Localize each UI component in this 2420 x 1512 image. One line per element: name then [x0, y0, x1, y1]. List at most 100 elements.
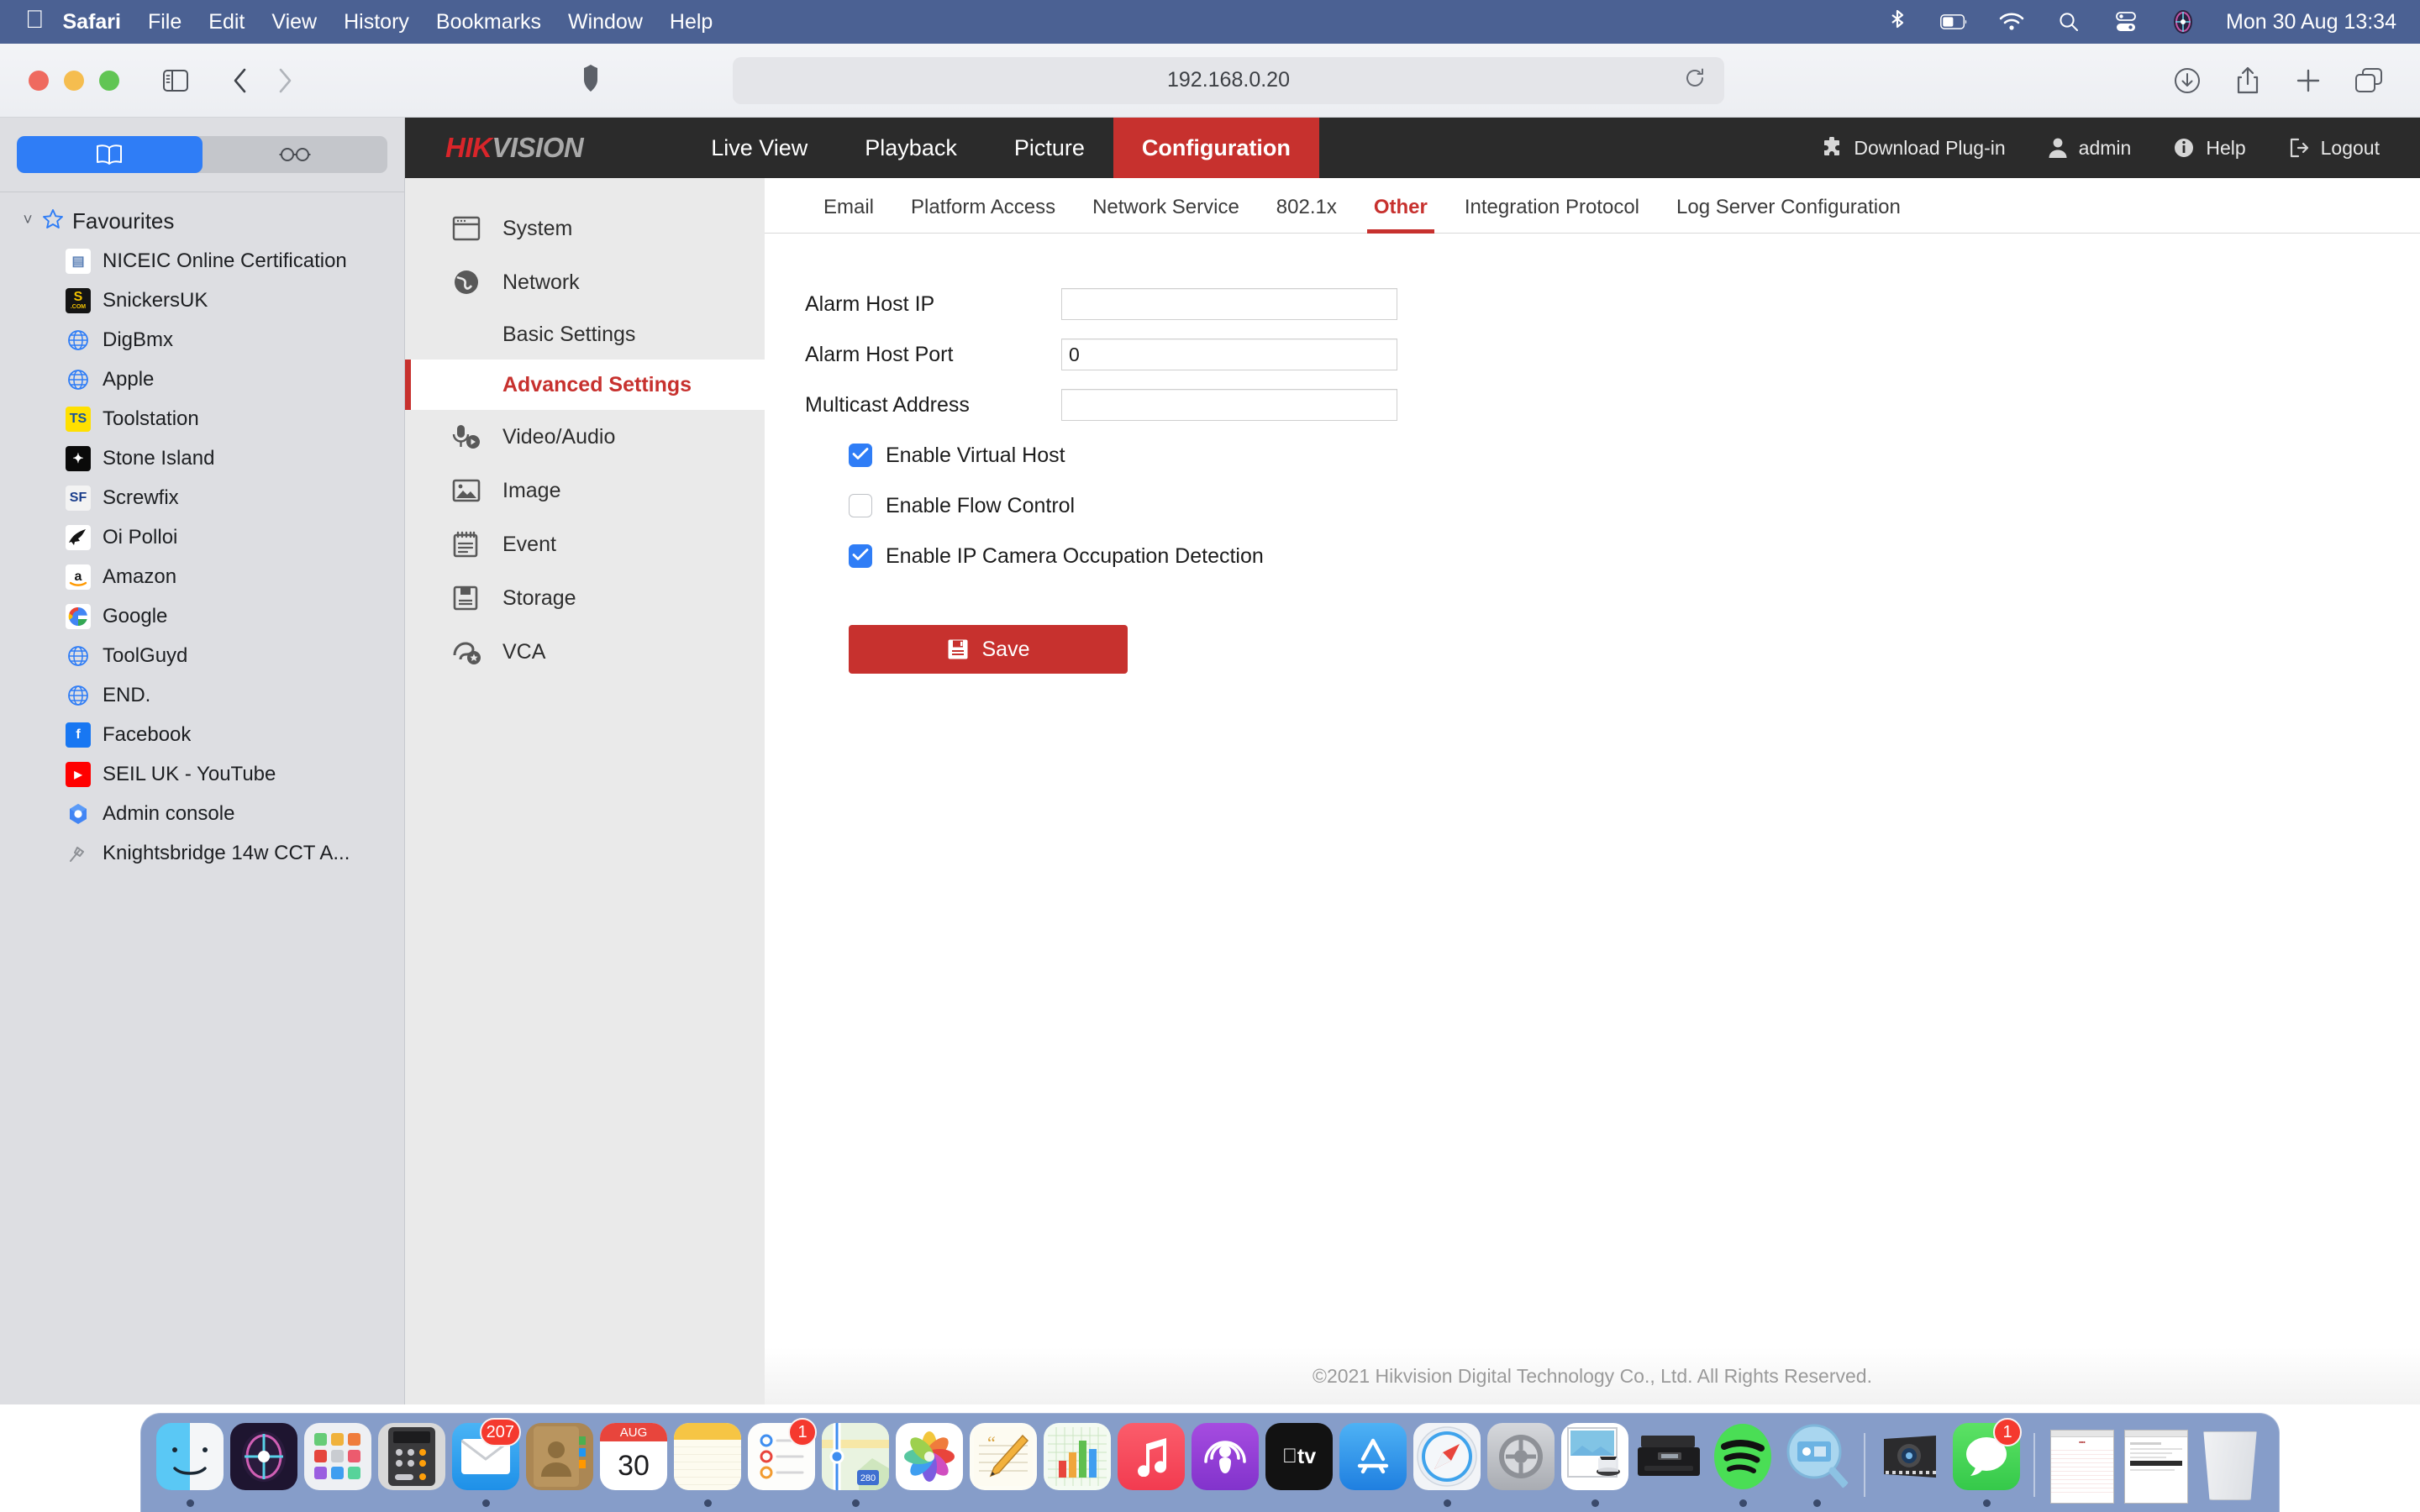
side-nav-item-network[interactable]: Network — [405, 255, 765, 309]
dock-item-numbers[interactable] — [1040, 1418, 1114, 1512]
dock-item-launchpad[interactable] — [301, 1418, 375, 1512]
dock-item-podcasts[interactable] — [1188, 1418, 1262, 1512]
bookmark-item-end[interactable]: END. — [0, 675, 404, 715]
share-icon[interactable] — [2225, 58, 2270, 103]
dock-item-screen-capture[interactable] — [1780, 1418, 1854, 1512]
multicast-address-input[interactable] — [1061, 389, 1397, 421]
sidebar-tab-bookmarks[interactable] — [17, 136, 203, 173]
bookmark-item-niceic[interactable]: ▤ NICEIC Online Certification — [0, 241, 404, 281]
dock-item-app-store[interactable] — [1336, 1418, 1410, 1512]
new-tab-icon[interactable] — [2286, 58, 2331, 103]
bookmark-item-snickersuk[interactable]: S.COM SnickersUK — [0, 281, 404, 320]
dock-item-trash[interactable] — [2193, 1418, 2267, 1512]
zoom-button[interactable] — [99, 71, 119, 91]
side-nav-item-advanced-settings[interactable]: Advanced Settings — [405, 360, 765, 410]
tab-integration-protocol[interactable]: Integration Protocol — [1446, 196, 1658, 233]
bookmark-item-seil-uk-youtube[interactable]: ▶ SEIL UK - YouTube — [0, 754, 404, 794]
reload-icon[interactable] — [1684, 67, 1706, 93]
dock-item-apple-tv[interactable]: tv — [1262, 1418, 1336, 1512]
nav-tab-picture[interactable]: Picture — [986, 118, 1113, 178]
checkbox-row-enable-ip-camera-occupation-detection[interactable]: Enable IP Camera Occupation Detection — [805, 531, 2420, 581]
hikvision-logo[interactable]: HIKVISION — [445, 132, 583, 164]
sidebar-toggle-icon[interactable] — [153, 58, 198, 103]
privacy-shield-icon[interactable] — [581, 64, 600, 97]
dock-item-safari[interactable] — [1410, 1418, 1484, 1512]
bookmark-item-apple[interactable]: Apple — [0, 360, 404, 399]
dock-item-calendar[interactable]: AUG 30 — [597, 1418, 671, 1512]
dock-item-preview[interactable] — [1558, 1418, 1632, 1512]
download-plugin-button[interactable]: Download Plug-in — [1821, 137, 2005, 160]
current-user[interactable]: admin — [2048, 137, 2132, 160]
bookmark-item-amazon[interactable]: a Amazon — [0, 557, 404, 596]
menu-item-window[interactable]: Window — [568, 10, 643, 34]
alarm-host-port-input[interactable] — [1061, 339, 1397, 370]
tab-log-server-configuration[interactable]: Log Server Configuration — [1658, 196, 1919, 233]
dock-item-messages[interactable]: 1 — [1949, 1418, 2023, 1512]
back-button[interactable] — [217, 58, 262, 103]
sidebar-tab-reading-list[interactable] — [203, 136, 388, 173]
dock-item-mail[interactable]: 207 — [449, 1418, 523, 1512]
bookmark-item-admin-console[interactable]: Admin console — [0, 794, 404, 833]
downloads-icon[interactable] — [2165, 58, 2210, 103]
enable-flow-control-checkbox[interactable] — [849, 494, 872, 517]
nav-tab-live-view[interactable]: Live View — [682, 118, 836, 178]
dock-item-music[interactable] — [1114, 1418, 1188, 1512]
chevron-down-icon[interactable]: ˅ — [18, 212, 37, 230]
save-button[interactable]: Save — [849, 625, 1128, 674]
dock-item-notes[interactable] — [671, 1418, 744, 1512]
wifi-icon[interactable] — [1997, 8, 2026, 36]
apple-logo-icon[interactable]:  — [25, 8, 45, 33]
side-nav-item-basic-settings[interactable]: Basic Settings — [405, 309, 765, 360]
menu-item-view[interactable]: View — [271, 10, 317, 34]
tab-email[interactable]: Email — [805, 196, 892, 233]
dock-item-siri[interactable] — [227, 1418, 301, 1512]
bookmark-item-oi-polloi[interactable]: Oi Polloi — [0, 517, 404, 557]
battery-icon[interactable] — [1940, 8, 1969, 36]
tab-other[interactable]: Other — [1355, 196, 1446, 233]
dock-item-document-certificate[interactable] — [2119, 1418, 2193, 1512]
bookmark-item-toolstation[interactable]: TS Toolstation — [0, 399, 404, 438]
side-nav-item-storage[interactable]: Storage — [405, 571, 765, 625]
forward-button[interactable] — [262, 58, 308, 103]
menu-item-history[interactable]: History — [344, 10, 409, 34]
checkbox-row-enable-flow-control[interactable]: Enable Flow Control — [805, 480, 2420, 531]
nav-tab-playback[interactable]: Playback — [836, 118, 986, 178]
bookmark-item-digbmx[interactable]: DigBmx — [0, 320, 404, 360]
dock-item-document-spreadsheet[interactable]: ■■■ — [2045, 1418, 2119, 1512]
tab-network-service[interactable]: Network Service — [1074, 196, 1258, 233]
menu-bar-clock[interactable]: Mon 30 Aug 13:34 — [2226, 10, 2396, 34]
alarm-host-ip-input[interactable] — [1061, 288, 1397, 320]
minimize-button[interactable] — [64, 71, 84, 91]
dock-item-pages[interactable]: “ — [966, 1418, 1040, 1512]
bluetooth-icon[interactable] — [1883, 8, 1912, 36]
help-button[interactable]: Help — [2173, 137, 2245, 160]
tab-platform-access[interactable]: Platform Access — [892, 196, 1074, 233]
menu-item-help[interactable]: Help — [670, 10, 713, 34]
close-button[interactable] — [29, 71, 49, 91]
bookmark-item-facebook[interactable]: f Facebook — [0, 715, 404, 754]
bookmark-item-knightsbridge[interactable]: Knightsbridge 14w CCT A... — [0, 833, 404, 873]
enable-virtual-host-checkbox[interactable] — [849, 444, 872, 467]
side-nav-item-video-audio[interactable]: Video/Audio — [405, 410, 765, 464]
dock-item-finder[interactable] — [153, 1418, 227, 1512]
menu-item-file[interactable]: File — [148, 10, 182, 34]
dock-item-spotify[interactable] — [1706, 1418, 1780, 1512]
enable-ip-camera-occupation-detection-checkbox[interactable] — [849, 544, 872, 568]
menu-item-bookmarks[interactable]: Bookmarks — [436, 10, 541, 34]
menu-item-edit[interactable]: Edit — [208, 10, 245, 34]
dock-item-maps[interactable]: 280 — [818, 1418, 892, 1512]
spotlight-search-icon[interactable] — [2054, 8, 2083, 36]
bookmarks-group-favourites[interactable]: ˅ Favourites — [0, 201, 404, 241]
bookmark-item-toolguyd[interactable]: ToolGuyd — [0, 636, 404, 675]
side-nav-item-event[interactable]: Event — [405, 517, 765, 571]
siri-icon[interactable] — [2169, 8, 2197, 36]
dock-item-system-preferences[interactable] — [1484, 1418, 1558, 1512]
side-nav-item-image[interactable]: Image — [405, 464, 765, 517]
checkbox-row-enable-virtual-host[interactable]: Enable Virtual Host — [805, 430, 2420, 480]
dock-item-printer[interactable] — [1632, 1418, 1706, 1512]
address-bar[interactable]: 192.168.0.20 — [733, 57, 1724, 104]
dock-item-calculator[interactable] — [375, 1418, 449, 1512]
side-nav-item-vca[interactable]: VCA — [405, 625, 765, 679]
tab-802-1x[interactable]: 802.1x — [1258, 196, 1355, 233]
dock-item-contacts[interactable] — [523, 1418, 597, 1512]
